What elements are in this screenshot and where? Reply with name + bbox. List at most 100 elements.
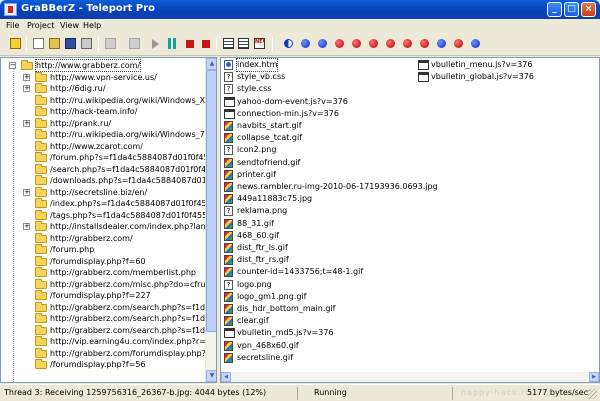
tree-item[interactable]: /forum.php?s=f1da4c5884087d01f0f455027 <box>1 152 216 164</box>
expand-icon[interactable]: + <box>23 119 30 127</box>
red-dot-icon[interactable] <box>386 39 395 48</box>
expand-icon[interactable]: + <box>23 188 30 196</box>
tree-scrollbar[interactable]: ▲ ▼ <box>205 58 216 382</box>
tree-item[interactable]: http://www.zcarot.com/ <box>1 140 205 153</box>
menu-help[interactable]: Help <box>83 21 101 30</box>
tree-item[interactable]: http://grabberz.com/forumdisplay.php?f=1… <box>1 347 216 360</box>
expand-icon[interactable]: + <box>23 85 30 92</box>
stop-icon[interactable] <box>186 40 194 48</box>
file-item[interactable]: sendtofriend.gif <box>224 157 414 169</box>
scroll-left-arrow[interactable]: ◀ <box>221 372 231 382</box>
blue-dot-icon[interactable] <box>301 39 310 48</box>
red-dot-icon[interactable] <box>454 39 463 48</box>
open-icon[interactable] <box>49 38 60 49</box>
file-item[interactable]: style.css <box>224 83 414 95</box>
blue-dot-icon[interactable] <box>437 39 446 48</box>
file-item[interactable]: logo_gm1.png.gif <box>224 291 414 303</box>
tree-item[interactable]: /tags.php?s=f1da4c5884087d01f0f455027b <box>1 209 216 222</box>
maximize-button[interactable]: □ <box>564 2 579 17</box>
edit-icon[interactable] <box>10 38 21 49</box>
new-icon[interactable] <box>33 38 44 49</box>
minimize-button[interactable]: _ <box>547 2 562 17</box>
tree-item[interactable]: /forumdisplay.php?f=60 <box>1 255 205 268</box>
scroll-right-arrow[interactable]: ▶ <box>589 372 599 382</box>
scroll-down-arrow[interactable]: ▼ <box>206 370 216 382</box>
half-circle-icon[interactable] <box>284 39 293 48</box>
collapse-icon[interactable]: − <box>9 62 16 69</box>
project-tree[interactable]: − http://www.grabberz.com/ + http://www.v… <box>0 57 217 383</box>
file-item[interactable]: vpn_468x60.gif <box>224 340 414 352</box>
close-button[interactable]: × <box>581 2 596 17</box>
tree-item[interactable]: http://grabberz.com/search.php?s=f1da4c5 <box>1 313 216 325</box>
menu-project[interactable]: Project <box>27 21 54 30</box>
tree-item[interactable]: + http://secretsline.biz/en/ <box>1 186 205 199</box>
file-item[interactable]: 468_60.gif <box>224 230 414 242</box>
menu-file[interactable]: File <box>6 21 19 30</box>
tree-item[interactable]: http://grabberz.com/misc.php?do=cfrules <box>1 278 216 291</box>
tree-item[interactable]: http://grabberz.com/ <box>1 232 205 245</box>
file-item[interactable]: secretsline.gif <box>224 352 414 364</box>
red-dot-icon[interactable] <box>369 39 378 48</box>
tree-item[interactable]: http://ru.wikipedia.org/wiki/Windows_XP <box>1 94 210 107</box>
blue-dot-icon[interactable] <box>318 39 327 48</box>
file-item[interactable]: yahoo-dom-event.js?v=376 <box>224 96 414 108</box>
scroll-up-arrow[interactable]: ▲ <box>206 58 216 70</box>
scroll-thumb[interactable] <box>206 70 216 332</box>
red-dot-icon[interactable] <box>403 39 412 48</box>
file-item[interactable]: news.rambler.ru-img-2010-06-17193936.069… <box>224 181 438 193</box>
red-dot-icon[interactable] <box>352 39 361 48</box>
file-list-hscrollbar[interactable]: ◀ ▶ <box>221 372 599 382</box>
tree-item[interactable]: http://grabberz.com/search.php?s=f1da4c5 <box>1 324 216 337</box>
tree-item[interactable]: + http://prank.ru/ <box>1 117 205 130</box>
file-item[interactable]: counter-id=1433756;t=48-1.gif <box>224 266 414 278</box>
menu-view[interactable]: View <box>60 21 79 30</box>
app-icon[interactable] <box>4 3 17 16</box>
tree-item[interactable]: + http://installsdealer.com/index.php?lan… <box>1 221 216 233</box>
file-item[interactable]: dist_ftr_rs.gif <box>224 254 414 266</box>
tree-item[interactable]: /index.php?s=f1da4c5884087d01f0f455027 <box>1 198 216 210</box>
red-dot-icon[interactable] <box>420 39 429 48</box>
tree-item[interactable]: http://ru.wikipedia.org/wiki/Windows_7 <box>1 129 205 141</box>
properties-icon[interactable] <box>81 38 92 49</box>
resize-grip[interactable] <box>587 389 597 399</box>
file-item[interactable]: dis_hdr_bottom_main.gif <box>224 303 414 315</box>
file-item[interactable]: style_vb.css <box>224 71 414 83</box>
blue-dot-icon[interactable] <box>471 39 480 48</box>
file-item[interactable]: vbulletin_global.js?v=376 <box>418 71 596 83</box>
save-icon[interactable] <box>65 38 76 49</box>
file-item[interactable]: clear.gif <box>224 315 414 327</box>
tree-item[interactable]: http://grabberz.com/memberlist.php <box>1 267 205 279</box>
grid-view-icon[interactable] <box>223 38 234 49</box>
tree-item[interactable]: /downloads.php?s=f1da4c5884087d01f0f45 <box>1 175 216 187</box>
expand-icon[interactable]: + <box>23 73 30 81</box>
start-icon[interactable] <box>152 39 159 49</box>
tree-item[interactable]: /forumdisplay.php?f=56 <box>1 359 205 371</box>
file-item[interactable]: printer.gif <box>224 169 414 181</box>
file-list[interactable]: index.htmstyle_vb.css style.css yahoo-dom-… <box>220 57 600 383</box>
tree-item[interactable]: + http://6dig.ru/ <box>1 83 205 95</box>
file-item[interactable]: reklama.png <box>224 205 414 217</box>
file-item[interactable]: icon2.png <box>224 144 414 156</box>
file-item[interactable]: connection-min.js?v=376 <box>224 108 414 120</box>
pages-icon[interactable] <box>105 38 116 49</box>
stop-icon[interactable] <box>202 40 210 48</box>
tree-item[interactable]: /search.php?s=f1da4c5884087d01f0f45502 <box>1 163 216 176</box>
file-item[interactable]: 449a11883c75.jpg <box>224 193 414 205</box>
file-item[interactable]: index.htm <box>224 58 414 72</box>
file-item[interactable]: vbulletin_menu.js?v=376 <box>418 59 596 71</box>
tree-item[interactable]: http://hack-team.info/ <box>1 106 205 118</box>
new-project-icon[interactable]: NEW <box>254 38 265 49</box>
tree-item[interactable]: http://grabberz.com/search.php?s=f1da4c5 <box>1 301 216 314</box>
tree-item[interactable]: http://vip.earning4u.com/index.php?r=ru <box>1 336 214 348</box>
file-item[interactable]: navbits_start.gif <box>224 120 414 132</box>
file-item[interactable]: dist_ftr_ls.gif <box>224 242 414 254</box>
pause-icon[interactable] <box>168 38 176 49</box>
tree-item[interactable]: /forum.php <box>1 244 205 256</box>
disabled-icon[interactable] <box>129 38 140 49</box>
file-item[interactable]: logo.png <box>224 279 414 291</box>
tree-root[interactable]: − http://www.grabberz.com/ <box>1 59 205 72</box>
list-view-icon[interactable] <box>238 38 249 49</box>
file-item[interactable]: vbulletin_md5.js?v=376 <box>224 327 414 339</box>
tree-item[interactable]: + http://www.vpn-service.us/ <box>1 71 205 84</box>
red-dot-icon[interactable] <box>335 39 344 48</box>
